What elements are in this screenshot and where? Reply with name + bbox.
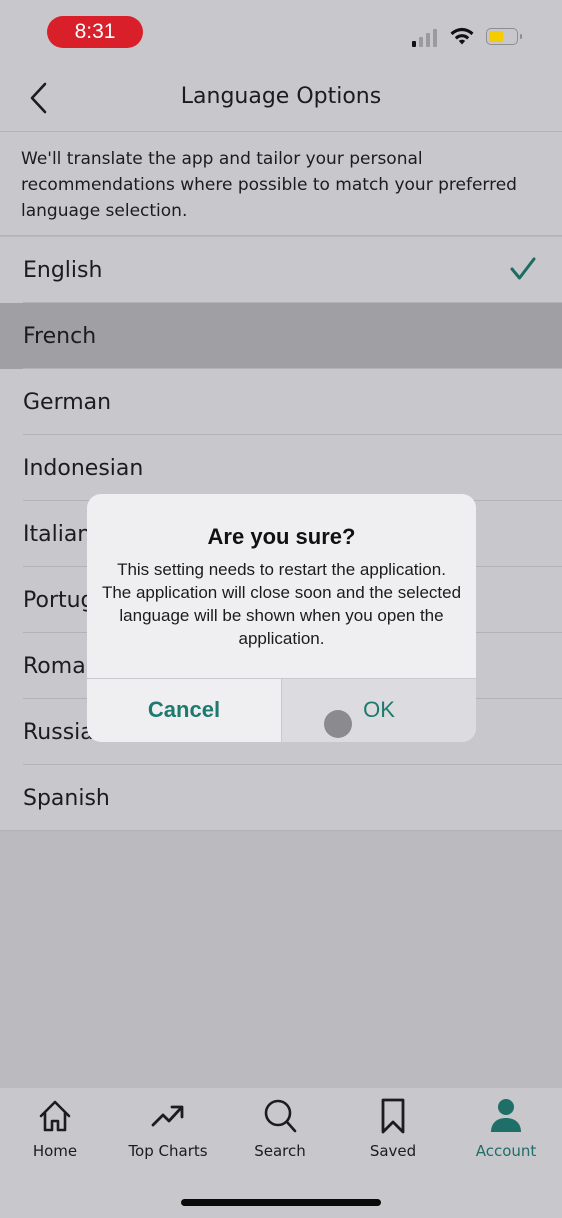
person-icon <box>456 1096 556 1136</box>
tab-label: Account <box>475 1142 537 1160</box>
tab-search[interactable]: Search <box>230 1096 330 1160</box>
battery-level <box>489 31 504 42</box>
checkmark-icon <box>510 257 536 287</box>
tab-home[interactable]: Home <box>5 1096 105 1160</box>
tab-label: Saved <box>369 1142 417 1160</box>
ok-button[interactable]: OK <box>282 679 476 742</box>
language-item-spanish[interactable]: Spanish <box>0 765 562 831</box>
page-title: Language Options <box>180 84 382 109</box>
touch-indicator <box>324 710 352 738</box>
home-icon <box>5 1096 105 1136</box>
home-indicator[interactable] <box>181 1199 381 1206</box>
tab-label: Home <box>32 1142 78 1160</box>
language-label: Italian <box>23 521 92 547</box>
language-item-german[interactable]: German <box>0 369 562 435</box>
cellular-signal-icon <box>412 29 437 47</box>
tab-account[interactable]: Account <box>456 1096 556 1160</box>
language-item-english[interactable]: English <box>0 237 562 303</box>
search-icon <box>230 1096 330 1136</box>
navigation-bar: Language Options <box>0 64 562 132</box>
tab-top-charts[interactable]: Top Charts <box>118 1096 218 1160</box>
intro-description: We'll translate the app and tailor your … <box>0 132 562 236</box>
bookmark-icon <box>343 1096 443 1136</box>
language-label: English <box>23 257 103 283</box>
language-label: Indonesian <box>23 455 144 481</box>
language-item-french[interactable]: French <box>0 303 562 369</box>
battery-icon <box>486 28 522 45</box>
dialog-message: This setting needs to restart the applic… <box>101 560 462 648</box>
tab-saved[interactable]: Saved <box>343 1096 443 1160</box>
language-label: French <box>23 323 97 349</box>
status-bar: 8:31 <box>0 0 562 64</box>
status-time: 8:31 <box>47 16 143 48</box>
confirm-dialog: Are you sure? This setting needs to rest… <box>87 494 476 742</box>
dialog-button-row: Cancel OK <box>87 678 476 742</box>
cancel-button[interactable]: Cancel <box>87 679 282 742</box>
wifi-icon <box>449 26 475 51</box>
tab-label: Search <box>254 1142 306 1160</box>
tab-label: Top Charts <box>128 1142 208 1160</box>
trending-up-icon <box>118 1096 218 1136</box>
language-item-indonesian[interactable]: Indonesian <box>0 435 562 501</box>
language-label: Spanish <box>23 785 110 811</box>
dialog-title: Are you sure? <box>207 524 356 549</box>
language-label: German <box>23 389 112 415</box>
